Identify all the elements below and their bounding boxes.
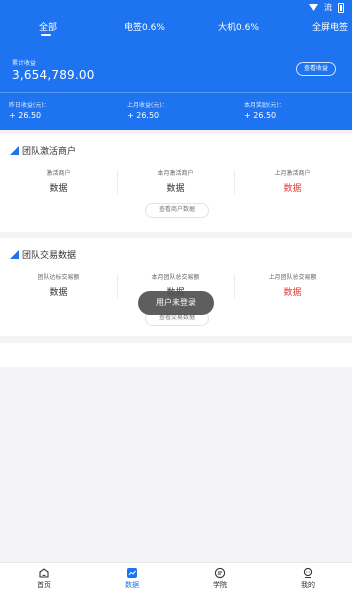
month-reward-value: + 26.50 [244,111,277,120]
nav-home[interactable]: 首页 [24,567,64,590]
last-month-team-volume: 上月团队总交易额 数据 [268,274,317,298]
active-tab-indicator [41,34,51,36]
view-earnings-button[interactable]: 查看收益 [295,62,336,76]
tab-fullscreen-dianqian[interactable]: 全屏电签 [312,20,348,33]
battery-icon [338,2,344,13]
tab-all[interactable]: 全部 [39,20,57,33]
tab-daji[interactable]: 大机0.6% [218,20,259,33]
trade-card: 团队交易数据 团队达标交易额 数据 本月团队总交易额 数据 上月团队总交易额 数… [0,238,352,336]
tab-dianqian[interactable]: 电签0.6% [124,20,165,33]
nav-data[interactable]: 数据 [112,567,152,590]
activation-card-title: 团队激活商户 [22,147,77,157]
home-icon [39,568,49,578]
activation-card: 团队激活商户 激活商户 数据 本月激活商户 数据 上月激活商户 数据 查看商户数… [0,134,352,232]
toast-message: 用户未登录 [138,291,214,315]
last-month-activated-merchants: 上月激活商户 数据 [274,170,311,194]
nav-academy[interactable]: 学院 [200,567,240,590]
trade-card-title: 团队交易数据 [22,251,77,261]
category-tabs: 全部 电签0.6% 大机0.6% 全屏电签 [0,20,352,42]
month-activated-merchants: 本月激活商户 数据 [157,170,194,194]
status-bar: 流 [0,0,352,14]
chart-mark-icon [10,250,19,259]
total-earnings-label: 累计收益 [12,60,37,67]
academy-icon [214,567,226,579]
team-qualified-volume: 团队达标交易额 数据 [37,274,80,298]
wifi-icon [309,4,318,11]
yesterday-earnings-label: 昨日收益(元)： [9,102,50,109]
empty-section [0,343,352,367]
earnings-header: 流 全部 电签0.6% 大机0.6% 全屏电签 累计收益 3,654,789.0… [0,0,352,130]
profile-icon [303,567,313,578]
nav-profile[interactable]: 我的 [288,567,328,590]
last-month-earnings-label: 上月收益(元)： [127,102,168,109]
yesterday-earnings-value: + 26.50 [9,111,42,120]
view-merchant-data-button[interactable]: 查看商户数据 [145,203,209,218]
month-reward-label: 本月奖励(元)： [244,102,285,109]
divider [0,92,352,93]
chart-icon [127,568,137,578]
chart-mark-icon [10,146,19,155]
signal-text: 流 [324,3,332,12]
total-earnings-value: 3,654,789.00 [12,68,95,82]
bottom-navigation: 首页 数据 学院 我的 [0,562,352,592]
last-month-earnings-value: + 26.50 [127,111,160,120]
activated-merchants: 激活商户 数据 [46,170,71,194]
